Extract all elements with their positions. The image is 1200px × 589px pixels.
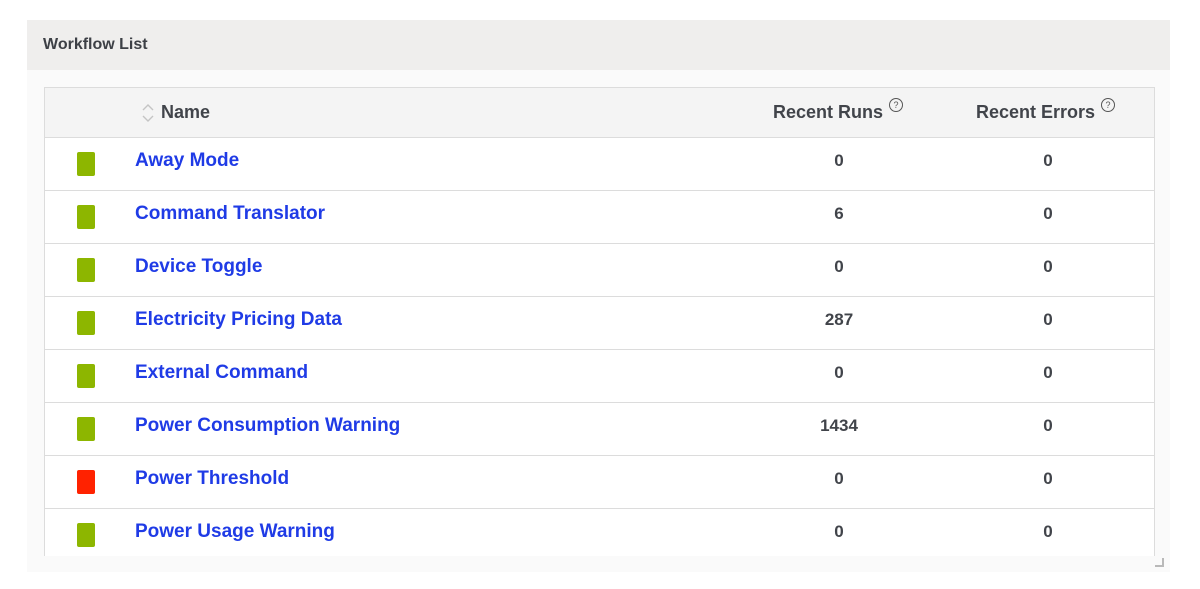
status-indicator <box>77 364 95 388</box>
recent-errors-value: 0 <box>1043 310 1053 329</box>
panel-header: Workflow List <box>27 20 1170 70</box>
recent-runs-value: 6 <box>834 204 844 223</box>
help-icon[interactable]: ? <box>889 97 904 112</box>
workflow-name-link[interactable]: Power Usage Warning <box>135 509 335 556</box>
column-header-recent-errors-label: Recent Errors <box>976 102 1096 122</box>
workflow-name-link[interactable]: Electricity Pricing Data <box>135 297 342 349</box>
status-indicator <box>77 523 95 547</box>
sort-icon[interactable] <box>141 101 155 125</box>
recent-runs-value: 0 <box>834 151 844 170</box>
status-indicator <box>77 258 95 282</box>
workflow-name-link[interactable]: Device Toggle <box>135 244 262 296</box>
column-header-recent-runs: Recent Runs ? <box>773 88 904 137</box>
table-row: Power Usage Warning 0 0 <box>45 509 1154 556</box>
recent-runs-value: 0 <box>834 363 844 382</box>
recent-runs-value: 0 <box>834 522 844 541</box>
help-icon[interactable]: ? <box>1101 97 1116 112</box>
table-row: Electricity Pricing Data 287 0 <box>45 297 1154 350</box>
recent-runs-value: 287 <box>824 310 854 329</box>
recent-runs-value: 0 <box>834 469 844 488</box>
status-indicator <box>77 470 95 494</box>
recent-errors-value: 0 <box>1043 363 1053 382</box>
workflow-list-panel: Workflow List Name Recent Runs ? Recent … <box>27 20 1170 572</box>
recent-runs-value: 0 <box>834 257 844 276</box>
workflow-name-link[interactable]: Power Consumption Warning <box>135 403 400 455</box>
panel-title: Workflow List <box>43 36 148 53</box>
workflow-name-link[interactable]: External Command <box>135 350 308 402</box>
recent-errors-value: 0 <box>1043 469 1053 488</box>
table-body: Away Mode 0 0 Command Translator 6 0 Dev… <box>45 138 1154 556</box>
workflow-table: Name Recent Runs ? Recent Errors ? Away … <box>44 87 1155 556</box>
table-row: Power Threshold 0 0 <box>45 456 1154 509</box>
recent-errors-value: 0 <box>1043 522 1053 541</box>
column-header-name-label: Name <box>161 102 211 122</box>
table-row: Device Toggle 0 0 <box>45 244 1154 297</box>
recent-runs-value: 1434 <box>820 416 858 435</box>
recent-errors-value: 0 <box>1043 204 1053 223</box>
status-indicator <box>77 417 95 441</box>
recent-errors-value: 0 <box>1043 151 1053 170</box>
status-indicator <box>77 152 95 176</box>
workflow-name-link[interactable]: Command Translator <box>135 191 325 243</box>
table-row: Power Consumption Warning 1434 0 <box>45 403 1154 456</box>
column-header-recent-runs-label: Recent Runs <box>773 102 884 122</box>
status-indicator <box>77 205 95 229</box>
recent-errors-value: 0 <box>1043 416 1053 435</box>
workflow-name-link[interactable]: Away Mode <box>135 138 239 190</box>
table-row: Command Translator 6 0 <box>45 191 1154 244</box>
table-row: External Command 0 0 <box>45 350 1154 403</box>
table-row: Away Mode 0 0 <box>45 138 1154 191</box>
column-header-name[interactable]: Name <box>141 88 210 137</box>
status-indicator <box>77 311 95 335</box>
workflow-name-link[interactable]: Power Threshold <box>135 456 289 508</box>
table-header: Name Recent Runs ? Recent Errors ? <box>45 88 1154 138</box>
column-header-recent-errors: Recent Errors ? <box>976 88 1116 137</box>
recent-errors-value: 0 <box>1043 257 1053 276</box>
resize-handle-icon[interactable] <box>1155 558 1164 567</box>
